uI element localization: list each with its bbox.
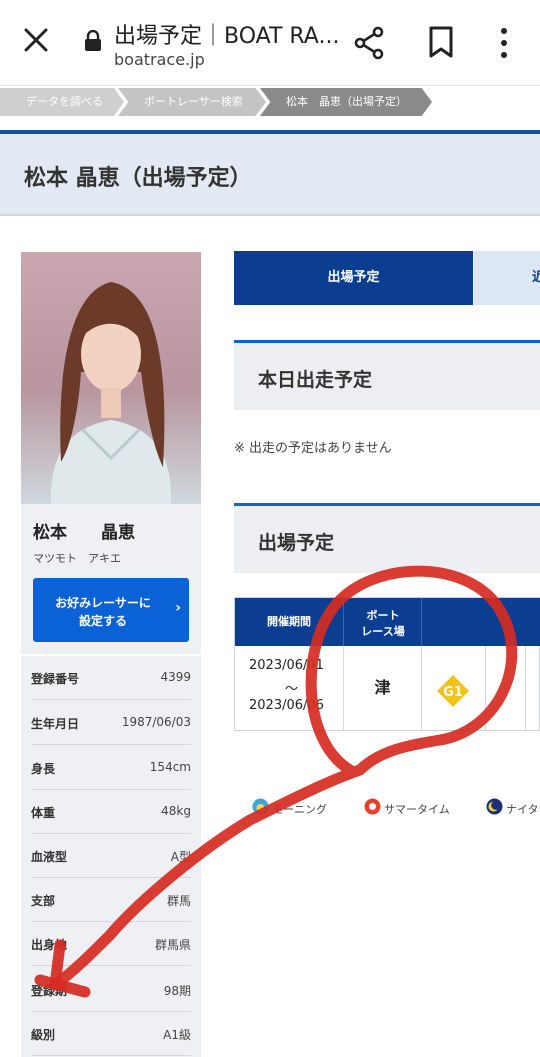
- column-header-venue: ボート レース場: [344, 598, 422, 646]
- cell-period: 2023/06/01 〜 2023/06/06: [235, 646, 344, 730]
- breadcrumb: データを調べる ボートレーサー検索 松本 晶恵（出場予定）: [0, 88, 540, 116]
- favorite-button-line1: お好みレーサーに: [55, 596, 151, 610]
- info-row-class: 級別 A1級: [31, 1012, 191, 1056]
- breadcrumb-item-data[interactable]: データを調べる: [0, 88, 124, 116]
- info-row-branch: 支部 群馬: [31, 878, 191, 922]
- info-row-weight: 体重 48kg: [31, 790, 191, 834]
- table-header: 開催期間 ボート レース場: [235, 598, 540, 646]
- racer-name: 松本 晶恵: [33, 523, 135, 543]
- info-value: 4399: [160, 670, 191, 684]
- page-title: 松本 晶恵（出場予定）: [24, 166, 252, 191]
- svg-text:G1: G1: [443, 685, 463, 700]
- morning-icon: [252, 798, 269, 815]
- info-row-birthplace: 出身地 群馬県: [31, 922, 191, 966]
- info-label: 身長: [31, 762, 56, 776]
- period-end: 2023/06/06: [249, 698, 324, 713]
- bookmark-icon[interactable]: [428, 26, 454, 58]
- info-row-registration-term: 登録期 98期: [31, 968, 191, 1012]
- g1-grade-icon: G1: [437, 675, 469, 707]
- favorite-button-line2: 設定する: [78, 614, 127, 628]
- info-row-blood-type: 血液型 A型: [31, 834, 191, 878]
- info-label: 体重: [31, 806, 56, 820]
- tab-recent[interactable]: 近: [474, 251, 540, 305]
- column-header-venue-line1: ボート: [366, 609, 400, 622]
- profile-card: 松本 晶恵 マツモト アキエ お好みレーサーに 設定する ›: [21, 504, 201, 654]
- info-row-birthdate: 生年月日 1987/06/03: [31, 701, 191, 745]
- info-value: 群馬県: [154, 938, 191, 952]
- schedule-table: 開催期間 ボート レース場 2023/06/01 〜 2023/06/06 津 …: [234, 597, 540, 731]
- info-value: 群馬: [166, 894, 191, 908]
- info-row-registration-number: 登録番号 4399: [31, 656, 191, 700]
- info-label: 登録期: [31, 984, 68, 998]
- column-header-venue-line2: レース場: [361, 625, 405, 638]
- info-value: 154cm: [149, 760, 191, 774]
- cell-grade: G1: [422, 646, 486, 730]
- info-label: 生年月日: [31, 717, 80, 731]
- racer-photo: [21, 252, 201, 504]
- column-header-grade: [422, 598, 540, 646]
- racer-name-kana: マツモト アキエ: [33, 552, 121, 565]
- info-value: 48kg: [161, 804, 191, 818]
- schedule-section-header: 出場予定: [234, 503, 540, 573]
- column-header-period: 開催期間: [235, 598, 344, 646]
- address-bar-url[interactable]: boatrace.jp: [114, 50, 205, 69]
- chevron-right-icon: ›: [175, 600, 181, 616]
- info-value: A型: [170, 850, 191, 864]
- night-icon: [486, 798, 503, 815]
- no-race-note: ※ 出走の予定はありません: [234, 441, 392, 456]
- info-label: 登録番号: [31, 672, 80, 686]
- browser-toolbar: 出場予定｜BOAT RA... boatrace.jp: [0, 0, 540, 86]
- today-section-title: 本日出走予定: [258, 369, 373, 391]
- period-start: 2023/06/01: [249, 658, 324, 673]
- close-icon[interactable]: [22, 26, 50, 54]
- legend-morning-label: モーニング: [272, 803, 327, 816]
- info-value: 98期: [163, 984, 191, 998]
- info-value: A1級: [163, 1028, 191, 1042]
- set-favorite-racer-button[interactable]: お好みレーサーに 設定する ›: [33, 578, 189, 642]
- info-label: 出身地: [31, 938, 68, 952]
- info-label: 支部: [31, 894, 56, 908]
- tab-schedule[interactable]: 出場予定: [234, 251, 473, 305]
- more-options-icon[interactable]: [496, 26, 512, 60]
- racer-info-list: 登録番号 4399 生年月日 1987/06/03 身長 154cm 体重 48…: [21, 656, 201, 1057]
- share-icon[interactable]: [354, 26, 384, 60]
- page-title-bar: 松本 晶恵（出場予定）: [0, 134, 540, 216]
- today-section-header: 本日出走予定: [234, 340, 540, 410]
- legend-night-label: ナイター: [506, 803, 540, 816]
- info-value: 1987/06/03: [121, 715, 191, 729]
- legend-summer-label: サマータイム: [384, 803, 450, 816]
- period-tilde: 〜: [285, 682, 299, 697]
- breadcrumb-item-current: 松本 晶恵（出場予定）: [260, 88, 432, 116]
- lock-icon: [85, 30, 101, 51]
- info-label: 級別: [31, 1028, 56, 1042]
- info-row-height: 身長 154cm: [31, 746, 191, 790]
- cell-extra: [486, 646, 526, 730]
- breadcrumb-item-racer-search[interactable]: ボートレーサー検索: [118, 88, 266, 116]
- info-label: 血液型: [31, 850, 68, 864]
- page-tab-title: 出場予定｜BOAT RA...: [114, 24, 340, 49]
- cell-venue[interactable]: 津: [344, 646, 422, 730]
- schedule-section-title: 出場予定: [258, 532, 335, 554]
- summer-time-icon: [364, 798, 381, 815]
